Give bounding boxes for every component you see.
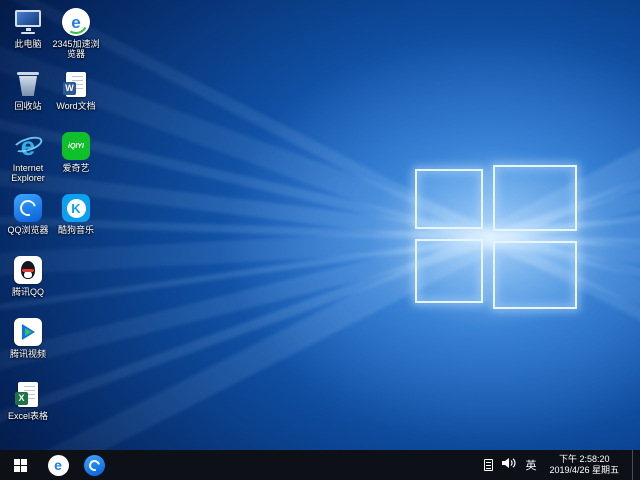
desktop-icon-recycle-bin[interactable]: 回收站 (4, 68, 52, 130)
system-tray: 英 下午 2:58:20 2019/4/26 星期五 (484, 450, 640, 480)
tencent-video-icon (12, 316, 44, 348)
taskbar: e 英 下午 2:58:20 2019/4/26 星期五 (0, 450, 640, 480)
2345-browser-icon: e (60, 6, 92, 38)
clock-time: 下午 2:58:20 (558, 454, 610, 464)
taskbar-icon-2345-browser[interactable]: e (44, 450, 72, 480)
language-indicator[interactable]: 英 (525, 457, 536, 473)
desktop-icon-kugou[interactable]: K 酷狗音乐 (52, 192, 100, 254)
iqiyi-icon: iQIYI (60, 130, 92, 162)
desktop-icon-label: QQ浏览器 (7, 225, 49, 235)
desktop-icon-internet-explorer[interactable]: e Internet Explorer (4, 130, 52, 192)
page-icon (484, 459, 494, 471)
qq-browser-icon (12, 192, 44, 224)
desktop-icon-label: 爱奇艺 (62, 163, 90, 173)
desktop-icon-label: Word文档 (56, 101, 96, 111)
windows-logo-icon (13, 458, 27, 472)
desktop-icon-column-2: e 2345加速浏览器 W Word文档 iQIYI 爱奇艺 K 酷狗音乐 (52, 6, 100, 440)
desktop-icon-label: 2345加速浏览器 (52, 39, 100, 60)
desktop-icon-label: 此电脑 (14, 39, 42, 49)
desktop-icon-qq-browser[interactable]: QQ浏览器 (4, 192, 52, 254)
start-button[interactable] (0, 450, 40, 480)
qq-browser-icon (83, 454, 105, 476)
this-pc-icon (12, 6, 44, 38)
tray-app-icon[interactable] (484, 459, 494, 471)
desktop-icon-label: Internet Explorer (11, 163, 45, 184)
desktop-icon-this-pc[interactable]: 此电脑 (4, 6, 52, 68)
kugou-icon: K (60, 192, 92, 224)
volume-icon[interactable] (502, 456, 516, 474)
show-desktop-button[interactable] (632, 450, 637, 480)
word-icon: W (60, 68, 92, 100)
desktop-icon-label: 腾讯QQ (11, 287, 44, 297)
taskbar-pinned-icons: e (44, 450, 108, 480)
tencent-qq-icon (12, 254, 44, 286)
desktop-icon-2345-browser[interactable]: e 2345加速浏览器 (52, 6, 100, 68)
desktop-icon-tencent-qq[interactable]: 腾讯QQ (4, 254, 52, 316)
excel-icon: X (12, 378, 44, 410)
desktop-icon-tencent-video[interactable]: 腾讯视频 (4, 316, 52, 378)
2345-browser-icon: e (47, 454, 69, 476)
desktop-icon-iqiyi[interactable]: iQIYI 爱奇艺 (52, 130, 100, 192)
recycle-bin-icon (12, 68, 44, 100)
desktop-icon-word[interactable]: W Word文档 (52, 68, 100, 130)
taskbar-clock[interactable]: 下午 2:58:20 2019/4/26 星期五 (545, 454, 623, 476)
internet-explorer-icon: e (11, 130, 45, 162)
desktop-icon-label: 腾讯视频 (9, 349, 46, 359)
desktop-icon-column-1: 此电脑 回收站 e Internet Explorer QQ浏览器 腾讯QQ 腾… (4, 6, 52, 440)
desktop-icon-label: 酷狗音乐 (57, 225, 94, 235)
desktop-icon-label: Excel表格 (7, 411, 48, 421)
taskbar-icon-qq-browser[interactable] (80, 450, 108, 480)
desktop-icon-label: 回收站 (14, 101, 42, 111)
clock-date: 2019/4/26 星期五 (549, 465, 619, 475)
desktop-icon-excel[interactable]: X Excel表格 (4, 378, 52, 440)
desktop: 此电脑 回收站 e Internet Explorer QQ浏览器 腾讯QQ 腾… (4, 6, 100, 440)
speaker-icon (502, 458, 516, 468)
